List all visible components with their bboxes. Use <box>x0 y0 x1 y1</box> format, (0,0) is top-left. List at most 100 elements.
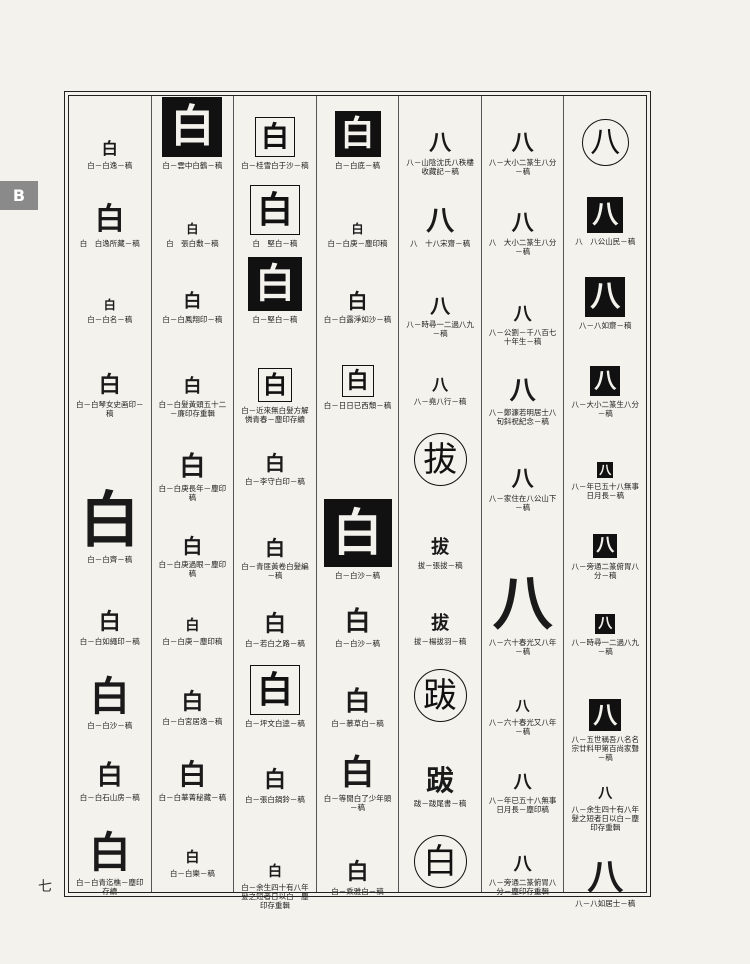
glyph-column-4: 白白－白底－稿白白－白庚－塵印稿白白－白露淨如沙－稿白白－日日已西頹－稿白白－白… <box>317 96 400 896</box>
glyph-entry: 白白－白沙－稿 <box>317 450 399 580</box>
glyph-entry: 白白 堅白－稿 <box>234 185 316 248</box>
seal-glyph: 白 <box>185 618 200 634</box>
seal-glyph: 八 <box>590 366 621 396</box>
glyph-entry: 白白－雲中白鶴－稿 <box>152 97 234 170</box>
glyph-entry: 白白－白髮黃頭五十二－廉印存重輯 <box>152 342 234 419</box>
glyph-caption: 白－白髮黃頭五十二－廉印存重輯 <box>158 400 227 418</box>
glyph-entry: 八八－時尋一二過八九－稿 <box>399 264 481 338</box>
glyph-column-7: 八八八 八公山民－稿八八－八如齋－稿八八－大小二篆生八分－稿八八－年已五十八無事… <box>564 96 646 908</box>
glyph-entry: 白白－白露淨如沙－稿 <box>317 274 399 324</box>
seal-glyph: 白 <box>186 222 199 236</box>
seal-glyph: 八 <box>589 699 622 731</box>
glyph-caption: 八－公劉－千八百七十年生－稿 <box>488 328 557 346</box>
glyph-caption: 八 八公山民－稿 <box>575 237 636 246</box>
seal-glyph: 跋 <box>413 669 467 722</box>
glyph-caption: 八－六十春光又八年－稿 <box>488 718 557 736</box>
seal-glyph: 白 <box>249 185 300 235</box>
seal-glyph: 白 <box>96 761 123 791</box>
glyph-entry: 八八 八公山民－稿 <box>564 188 646 246</box>
glyph-entry: 八八－公劉－千八百七十年生－稿 <box>482 266 564 347</box>
glyph-entry: 跋跋－跋尾書－稿 <box>399 746 481 809</box>
glyph-caption: 白－白逸－稿 <box>87 161 133 170</box>
glyph-entry: 八八－時尋一二過八九－稿 <box>564 588 646 656</box>
glyph-caption: 八－鄭濂若明居士八旬鈄祝紀念－稿 <box>488 408 557 426</box>
glyph-entry: 白白－白沙－稿 <box>69 654 151 731</box>
seal-glyph: 白 <box>179 452 206 482</box>
glyph-entry: 白白－白華菁秘藏－稿 <box>152 738 234 803</box>
glyph-entry: 白白－白逸－稿 <box>69 108 151 171</box>
seal-glyph: 八 <box>492 569 553 639</box>
seal-glyph: 白 <box>323 499 392 567</box>
glyph-column-1: 白白－白逸－稿白白 白逸所藏－稿白白－白名－稿白白－白琴女史画印－稿白白－白齊－… <box>69 96 152 896</box>
seal-glyph: 白 <box>103 298 116 312</box>
seal-glyph: 白 <box>183 376 202 397</box>
glyph-entry: 白白－白如繩印－稿 <box>69 582 151 646</box>
glyph-entry: 八八－堯八行－稿 <box>399 350 481 407</box>
glyph-entry: 白白－李守白印－稿 <box>234 432 316 486</box>
seal-glyph: 八 <box>513 772 532 793</box>
glyph-entry: 八八－八如居士－稿 <box>564 826 646 908</box>
glyph-caption: 八 大小二篆生八分－稿 <box>488 238 557 256</box>
glyph-entry: 白白－慕草白－稿 <box>317 666 399 728</box>
glyph-caption: 八 十八宋齋－稿 <box>410 239 471 248</box>
seal-glyph: 白 <box>334 111 381 157</box>
glyph-caption: 白－雲中白鶴－稿 <box>162 161 223 170</box>
glyph-caption: 拔－楊拔羽－稿 <box>413 637 467 646</box>
glyph-caption: 白－若白之路－稿 <box>244 639 305 648</box>
seal-glyph: 白 <box>347 289 368 313</box>
glyph-entry: 白白－白庚過眼－塵印稿 <box>152 508 234 578</box>
glyph-table-frame: 白白－白逸－稿白白 白逸所藏－稿白白－白名－稿白白－白琴女史画印－稿白白－白齊－… <box>64 91 651 910</box>
seal-glyph: 白 <box>344 687 371 717</box>
glyph-caption: 白－白露淨如沙－稿 <box>323 315 392 324</box>
glyph-caption: 白－日日已西頹－稿 <box>323 401 392 410</box>
glyph-caption: 白－白底－稿 <box>335 161 381 170</box>
seal-glyph: 八 <box>509 376 536 406</box>
glyph-entry: 白白－日日已西頹－稿 <box>317 352 399 410</box>
glyph-entry: 白白－若白之路－稿 <box>234 590 316 648</box>
glyph-caption: 白－白庚長年－塵印稿 <box>158 484 227 502</box>
glyph-entry: 白白－白齊－稿 <box>69 436 151 564</box>
glyph-entry: 八八－六十春光又八年－稿 <box>482 526 564 656</box>
glyph-entry: 白白－坪文白逵－稿 <box>234 658 316 728</box>
seal-glyph: 八 <box>597 462 614 478</box>
glyph-entry: 八八 十八宋齋－稿 <box>399 190 481 249</box>
glyph-caption: 白－坪文白逵－稿 <box>244 719 305 728</box>
seal-glyph: 白 <box>413 835 467 888</box>
seal-glyph: 八 <box>430 294 451 318</box>
glyph-caption: 白－等閒白了少年頭－稿 <box>323 794 392 812</box>
seal-glyph: 白 <box>98 372 121 398</box>
glyph-caption: 八－大小二篆生八分－稿 <box>488 158 557 176</box>
glyph-entry: 白白－乘雅白－稿 <box>317 826 399 896</box>
seal-glyph: 白 <box>344 607 371 637</box>
glyph-caption: 白－堅白－稿 <box>252 315 298 324</box>
glyph-entry: 白白－白庚－塵印稿 <box>317 196 399 248</box>
glyph-entry: 八八－大小二篆生八分－稿 <box>564 348 646 418</box>
glyph-caption: 白－白名－稿 <box>87 315 133 324</box>
glyph-entry: 白白－白青迄樵－塵印存續 <box>69 810 151 897</box>
seal-glyph: 白 <box>340 753 375 793</box>
glyph-caption: 白－白庚－塵印稿 <box>162 637 223 646</box>
glyph-caption: 八－年已五十八無事日月長－稿 <box>571 482 640 500</box>
glyph-caption: 八－山陰沈氏八秩樓收藏記－稿 <box>406 158 474 176</box>
seal-glyph: 白 <box>254 117 295 157</box>
glyph-entry: 白白－白庚長年－塵印稿 <box>152 426 234 502</box>
glyph-entry: 八八－鄭濂若明居士八旬鈄祝紀念－稿 <box>482 352 564 426</box>
glyph-caption: 八－旁通二篆俯胃八分－稿 <box>571 562 640 580</box>
seal-glyph: 白 <box>264 536 285 560</box>
glyph-entry: 八八－旁通二篆俯胃八分－稿 <box>564 514 646 580</box>
glyph-caption: 白 張白敷－稿 <box>166 239 219 248</box>
glyph-caption: 八－家住在八公山下－稿 <box>488 494 557 512</box>
seal-glyph: 跋 <box>426 764 455 797</box>
seal-glyph: 白 <box>247 257 302 311</box>
glyph-entry: 跋 <box>399 668 481 726</box>
glyph-entry: 白白－白宮居逸－稿 <box>152 670 234 726</box>
seal-glyph: 白 <box>185 850 200 866</box>
glyph-caption: 八－時尋一二過八九－稿 <box>571 638 640 656</box>
glyph-caption: 白－白華菁秘藏－稿 <box>158 793 227 802</box>
glyph-entry: 白白－近來無白髮方解憐青春－塵印存續 <box>234 346 316 424</box>
section-tab: B <box>0 181 38 210</box>
glyph-caption: 白－乘雅白－稿 <box>331 887 384 896</box>
seal-glyph: 白 <box>249 665 300 715</box>
page-number: 七 <box>38 879 52 895</box>
seal-glyph: 白 <box>178 758 207 791</box>
